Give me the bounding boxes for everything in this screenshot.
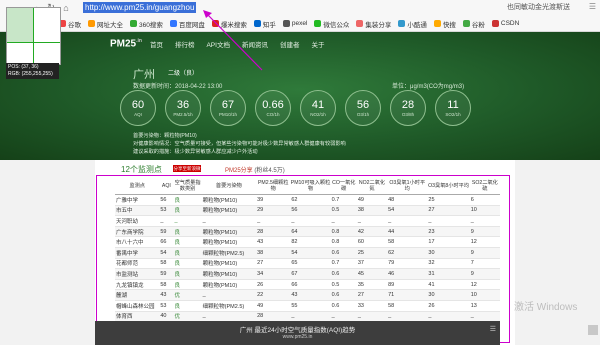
annotation-arrow [203, 10, 263, 71]
